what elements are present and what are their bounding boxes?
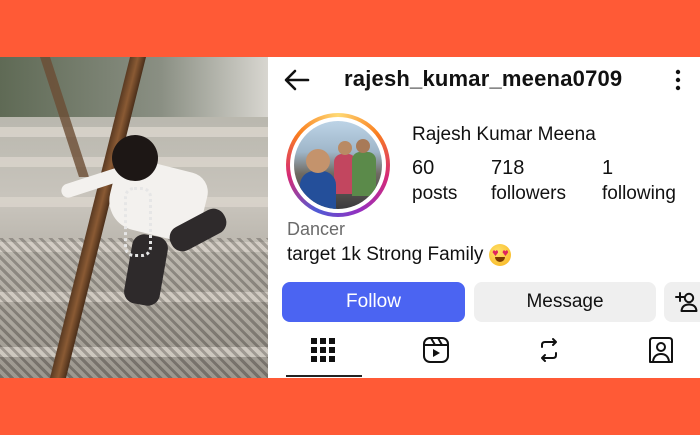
followers-label: followers [491,183,566,204]
tagged-icon[interactable] [646,335,676,365]
more-vertical-icon[interactable] [668,67,688,93]
avatar[interactable] [286,113,390,217]
following-label: following [602,183,676,204]
avatar-figure [306,149,330,173]
posts-label: posts [412,183,458,204]
stat-followers[interactable]: 718 followers [491,157,566,205]
reels-icon[interactable] [421,335,451,365]
add-person-icon [675,292,698,312]
person-head [112,135,158,181]
profile-tabs [268,327,700,378]
profile-bio: target 1k Strong Family [287,244,512,266]
stat-following[interactable]: 1 following [602,157,676,205]
avatar-figure [356,139,370,153]
profile-category: Dancer [287,219,346,239]
profile-full-name: Rajesh Kumar Meena [412,124,596,145]
avatar-figure [338,141,352,155]
message-button[interactable]: Message [474,282,656,322]
arrow-left-icon[interactable] [282,65,312,95]
avatar-photo [294,121,382,209]
avatar-figure [300,171,336,209]
stat-posts: 60 posts [412,157,457,205]
following-count: 1 [602,157,614,179]
follow-button[interactable]: Follow [282,282,465,322]
grid-icon[interactable] [308,335,338,365]
username: rajesh_kumar_meena0709 [344,66,623,91]
profile-header: rajesh_kumar_meena0709 [268,57,700,102]
active-tab-indicator [286,375,362,377]
reposts-icon[interactable] [534,335,564,365]
avatar-figure [352,152,376,196]
posts-count: 60 [412,157,435,179]
heart-eyes-emoji-icon [489,244,512,266]
suggest-button[interactable] [664,282,700,322]
chain [124,187,152,257]
bio-text: target 1k Strong Family [287,244,484,265]
avatar-border [290,117,386,213]
video-thumbnail[interactable] [0,57,268,378]
screenshot-frame: rajesh_kumar_meena0709 Rajesh Kumar Meen… [0,57,700,378]
followers-count: 718 [491,157,525,179]
